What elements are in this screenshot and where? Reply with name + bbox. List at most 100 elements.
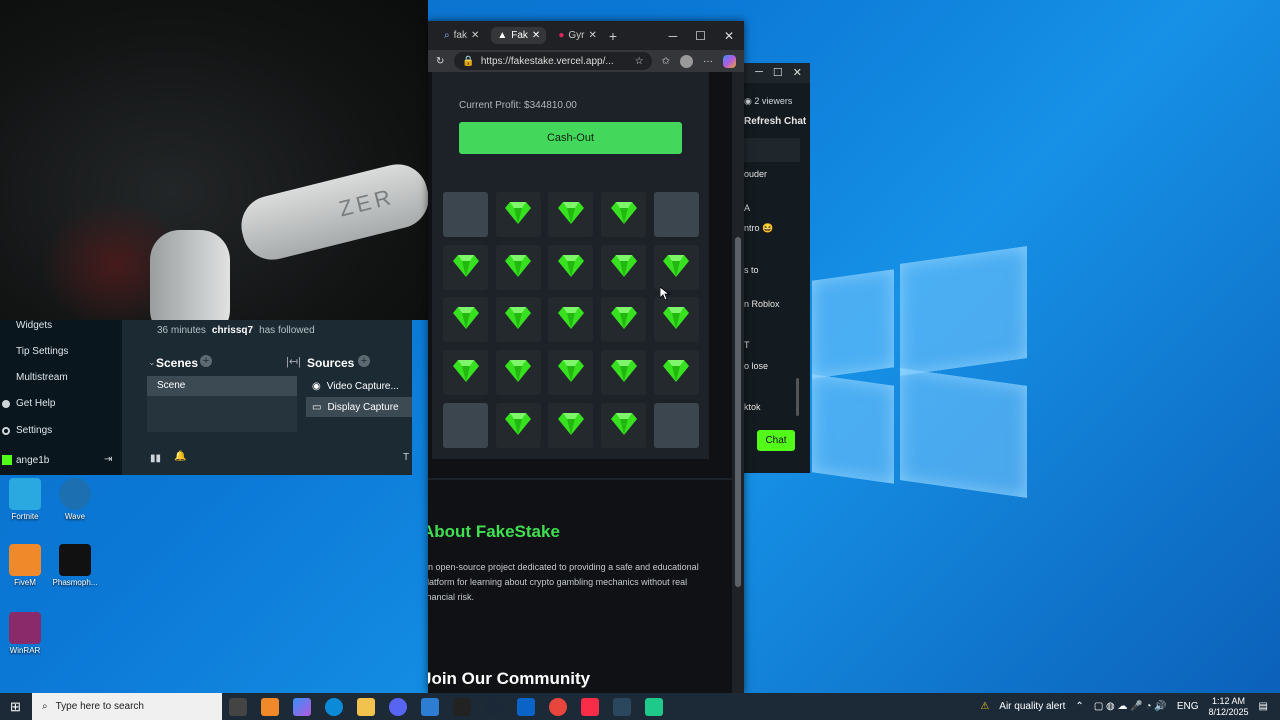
close-tab-icon[interactable]: ✕ [532,30,540,41]
gem-tile[interactable] [495,244,541,290]
gem-tile[interactable] [548,402,594,448]
music-icon[interactable] [581,697,599,716]
gem-tile[interactable] [443,244,488,290]
star-icon[interactable]: ☆ [635,56,644,67]
maximize-icon[interactable]: ☐ [773,66,783,80]
maximize-icon[interactable]: ☐ [695,29,706,43]
app-sidebar: Widgets Tip Settings Multistream Get Hel… [0,320,122,475]
gem-tile[interactable] [601,350,647,396]
gem-tile[interactable] [601,402,647,448]
file-explorer-icon[interactable] [357,697,375,716]
minimize-icon[interactable]: ─ [755,66,763,80]
bell-icon[interactable]: 🔔 [174,451,186,462]
new-tab-button[interactable]: + [609,28,617,44]
hidden-tile[interactable] [443,192,488,237]
gem-tile[interactable] [653,350,699,396]
sidebar-item-widgets[interactable]: Widgets [16,320,52,331]
sidebar-item-settings[interactable]: Settings [16,425,52,436]
gem-tile[interactable] [653,244,699,290]
air-quality-alert[interactable]: Air quality alert [999,701,1065,712]
close-icon[interactable]: ✕ [793,66,802,80]
collapse-icon[interactable]: |↤| [286,355,301,368]
desktop-icon-winrar[interactable]: WinRAR [0,612,55,655]
minimize-icon[interactable]: ─ [669,29,678,43]
gem-tile[interactable] [548,350,594,396]
steam-client-icon[interactable] [613,697,631,716]
web-page: Current Profit: $344810.00 Cash-Out Abou… [428,72,738,693]
chevron-up-icon[interactable]: ⌃ [1075,701,1083,712]
url-input[interactable]: 🔒 https://fakestake.vercel.app/... ☆ [454,52,652,70]
clock[interactable]: 1:12 AM 8/12/2025 [1209,696,1249,718]
gem-tile[interactable] [653,297,699,343]
scene-item[interactable]: Scene [147,376,297,396]
hidden-tile[interactable] [653,192,699,237]
gem-tile[interactable] [601,192,647,237]
close-tab-icon[interactable]: ✕ [471,30,479,41]
hidden-tile[interactable] [653,402,699,448]
gem-tile[interactable] [495,402,541,448]
gem-icon [610,253,637,282]
logout-icon[interactable]: ⇥ [104,454,112,465]
copilot-taskbar-icon[interactable] [293,697,311,716]
desktop-icon-phasmophobia[interactable]: Phasmoph... [45,544,105,587]
refresh-chat-button[interactable]: Refresh Chat [744,116,806,127]
edge-taskbar-icon[interactable] [325,697,343,716]
store-icon[interactable] [421,697,439,716]
gem-tile[interactable] [443,350,488,396]
gem-tile[interactable] [548,192,594,237]
desktop-icon-wave[interactable]: Wave [45,478,105,521]
more-icon[interactable]: ··· [703,56,713,67]
close-tab-icon[interactable]: ✕ [588,30,596,41]
chevron-down-icon[interactable]: ⌄ [148,357,156,368]
tray-icons[interactable]: ▢ ◍ ☁ 🎤 ◔ 🔊 [1094,701,1167,712]
mouse-cursor-icon [660,287,670,301]
divider [428,478,738,480]
notification-icon[interactable]: ▤ [1259,701,1268,712]
chat-send-button[interactable]: Chat [757,430,795,451]
add-scene-icon[interactable]: + [200,355,212,367]
copilot-icon[interactable] [723,54,736,68]
add-source-icon[interactable]: + [358,355,370,367]
source-video-capture[interactable]: ◉ Video Capture... [306,376,412,396]
winrar-icon [9,612,41,644]
close-icon[interactable]: ✕ [724,29,734,43]
chrome-icon[interactable] [549,697,567,716]
chat-scrollbar[interactable] [796,378,799,416]
epic-games-icon[interactable] [453,697,471,716]
gem-tile[interactable] [548,297,594,343]
gem-tile[interactable] [601,297,647,343]
outlook-icon[interactable] [517,697,535,716]
tab-search[interactable]: ⌕ fak ✕ [438,27,485,44]
language-indicator[interactable]: ENG [1177,701,1199,712]
gem-tile[interactable] [495,350,541,396]
tab-fakestake[interactable]: ▲ Fak ✕ [491,27,547,44]
gem-tile[interactable] [495,192,541,237]
system-tray: ⚠ Air quality alert ⌃ ▢ ◍ ☁ 🎤 ◔ 🔊 ENG 1:… [980,696,1280,718]
steam-icon[interactable] [485,697,503,716]
gem-tile[interactable] [495,297,541,343]
refresh-icon[interactable]: ↻ [436,56,444,67]
taskbar-search-input[interactable]: ⌕ Type here to search [32,693,222,720]
app-icon[interactable] [645,697,663,716]
profile-avatar[interactable] [680,54,693,68]
favorites-icon[interactable]: ✩ [662,56,670,67]
page-scrollbar[interactable] [732,72,744,693]
gem-tile[interactable] [548,244,594,290]
fivem-taskbar-icon[interactable] [261,697,279,716]
sidebar-item-multistream[interactable]: Multistream [16,372,68,383]
fivem-icon [9,544,41,576]
sidebar-item-get-help[interactable]: Get Help [16,398,55,409]
gem-tile[interactable] [443,297,488,343]
task-view-icon[interactable] [229,697,247,716]
eye-icon: ◉ [744,96,752,106]
windows-start-icon[interactable]: ⊞ [10,699,21,715]
sidebar-item-tip-settings[interactable]: Tip Settings [16,346,68,357]
tab-gyr[interactable]: ● Gyr ✕ [552,27,603,44]
gem-tile[interactable] [601,244,647,290]
source-display-capture[interactable]: ▭ Display Capture [306,397,412,417]
stats-icon[interactable]: ▮▮ [150,453,161,464]
discord-icon[interactable] [389,697,407,716]
cashout-button[interactable]: Cash-Out [459,122,682,154]
hidden-tile[interactable] [443,402,488,448]
scrollbar-thumb[interactable] [735,237,741,587]
